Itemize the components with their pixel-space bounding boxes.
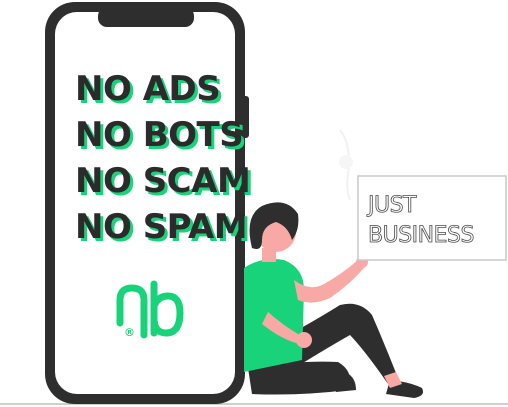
shoe-left xyxy=(336,370,356,392)
just-business-sign: JUST BUSINESS xyxy=(357,175,507,261)
phone-line-2: NO BOTS xyxy=(75,115,243,155)
registered-mark: ® xyxy=(124,326,135,339)
phone-notch xyxy=(98,7,194,27)
sign-line-2: BUSINESS xyxy=(368,223,474,248)
phone-line-3: NO SCAM xyxy=(75,161,250,201)
background-plant-icon xyxy=(339,129,353,201)
sign-line-1: JUST xyxy=(366,193,417,218)
green-shirt xyxy=(244,259,304,372)
phone-line-1: NO ADS xyxy=(75,69,220,109)
phone-line-4: NO SPAM xyxy=(75,207,247,247)
raised-arm xyxy=(294,260,364,303)
illustration-scene: NO ADS NO ADS NO BOTS NO BOTS NO SCAM NO… xyxy=(0,2,508,405)
